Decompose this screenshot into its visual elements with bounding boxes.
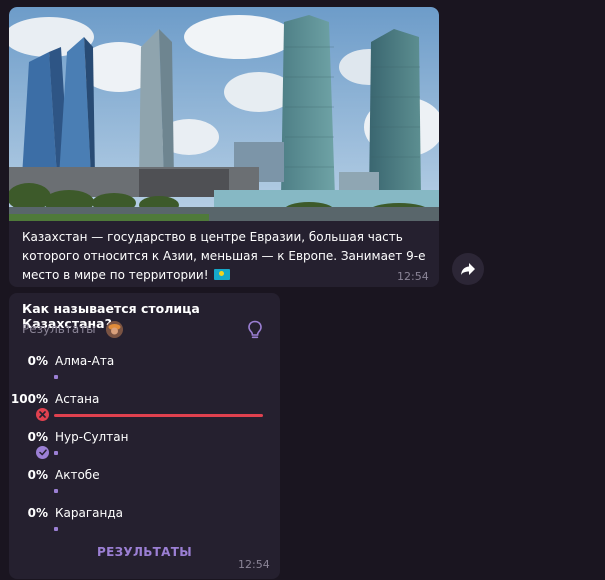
poll-time: 12:54 bbox=[238, 558, 270, 571]
astana-skyline-image bbox=[9, 7, 439, 221]
forward-button[interactable] bbox=[452, 253, 484, 285]
poll-bubble: Как называется столица Казахстана? Резул… bbox=[9, 293, 280, 579]
poll-option[interactable]: 0% Актобе bbox=[9, 468, 280, 506]
option-percent: 0% bbox=[27, 506, 48, 520]
option-bar bbox=[54, 489, 58, 493]
option-percent: 0% bbox=[27, 430, 48, 444]
option-label: Актобе bbox=[55, 468, 100, 482]
poll-option[interactable]: 100% Астана bbox=[9, 392, 280, 430]
poll-option[interactable]: 0% Нур-Султан bbox=[9, 430, 280, 468]
option-percent: 0% bbox=[27, 354, 48, 368]
option-percent: 100% bbox=[10, 392, 48, 406]
wrong-answer-icon bbox=[36, 408, 49, 421]
option-percent: 0% bbox=[27, 468, 48, 482]
poll-option[interactable]: 0% Караганда bbox=[9, 506, 280, 544]
message-bubble: Казахстан — государство в центре Евразии… bbox=[9, 7, 439, 287]
poll-subtitle: Результаты bbox=[22, 322, 96, 336]
option-bar bbox=[54, 414, 263, 417]
poll-option[interactable]: 0% Алма-Ата bbox=[9, 354, 280, 392]
forward-arrow-icon bbox=[461, 263, 475, 275]
message-time: 12:54 bbox=[397, 270, 429, 283]
correct-answer-icon bbox=[36, 446, 49, 459]
kazakhstan-flag-icon bbox=[214, 269, 231, 280]
option-bar bbox=[54, 451, 58, 455]
message-photo[interactable] bbox=[9, 7, 439, 221]
option-label: Караганда bbox=[55, 506, 123, 520]
message-text: Казахстан — государство в центре Евразии… bbox=[22, 228, 427, 285]
option-bar bbox=[54, 527, 58, 531]
option-label: Нур-Султан bbox=[55, 430, 129, 444]
results-button[interactable]: РЕЗУЛЬТАТЫ bbox=[9, 545, 280, 559]
option-bar bbox=[54, 375, 58, 379]
option-label: Астана bbox=[55, 392, 100, 406]
option-label: Алма-Ата bbox=[55, 354, 115, 368]
voter-avatar bbox=[106, 321, 123, 338]
lightbulb-icon[interactable] bbox=[247, 320, 263, 344]
